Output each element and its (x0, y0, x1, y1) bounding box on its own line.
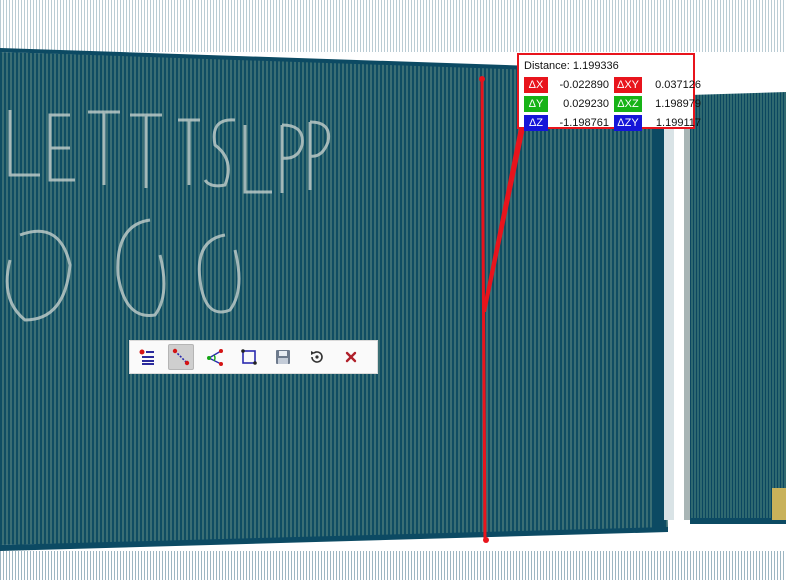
close-icon (345, 351, 357, 363)
angle-measure-button[interactable] (202, 344, 228, 370)
yellow-object (772, 488, 786, 520)
measurement-toolbar (129, 340, 378, 374)
delta-xz-value: 1.198979 (655, 98, 701, 110)
angle-measure-icon (207, 349, 223, 366)
area-measure-button[interactable] (236, 344, 262, 370)
point-cloud-viewport[interactable]: Distance: 1.199336 ΔX -0.022890 ΔXY 0.03… (0, 0, 786, 580)
delta-y-value: 0.029230 (563, 98, 609, 110)
delta-z-badge: ΔZ (524, 115, 548, 131)
measurement-point-start (479, 76, 485, 82)
top-noise-band (0, 0, 786, 52)
board-frame-divider (652, 72, 664, 530)
delta-x-value: -0.022890 (559, 79, 609, 91)
save-button[interactable] (270, 344, 296, 370)
close-button[interactable] (338, 344, 364, 370)
delta-xy-badge: ΔXY (614, 77, 642, 93)
point-to-point-distance-button[interactable] (168, 344, 194, 370)
delta-zy-badge: ΔZY (614, 115, 642, 131)
reset-icon (311, 351, 323, 363)
point-list-button[interactable] (134, 344, 160, 370)
delta-y-badge: ΔY (524, 96, 548, 112)
board-right-panel (690, 92, 786, 520)
point-to-point-distance-icon (172, 348, 190, 366)
area-measure-icon (241, 349, 257, 365)
delta-xz-badge: ΔXZ (614, 96, 642, 112)
delta-zy-value: 1.199117 (655, 117, 701, 129)
delta-x-badge: ΔX (524, 77, 548, 93)
reset-button[interactable] (304, 344, 330, 370)
distance-callout: Distance: 1.199336 ΔX -0.022890 ΔXY 0.03… (517, 53, 701, 131)
delta-z-value: -1.198761 (559, 117, 609, 129)
point-list-icon (139, 349, 154, 365)
distance-label: Distance: 1.199336 (524, 60, 619, 72)
delta-xy-value: 0.037126 (655, 79, 701, 91)
measurement-point-end (483, 537, 489, 543)
save-icon (276, 350, 290, 364)
